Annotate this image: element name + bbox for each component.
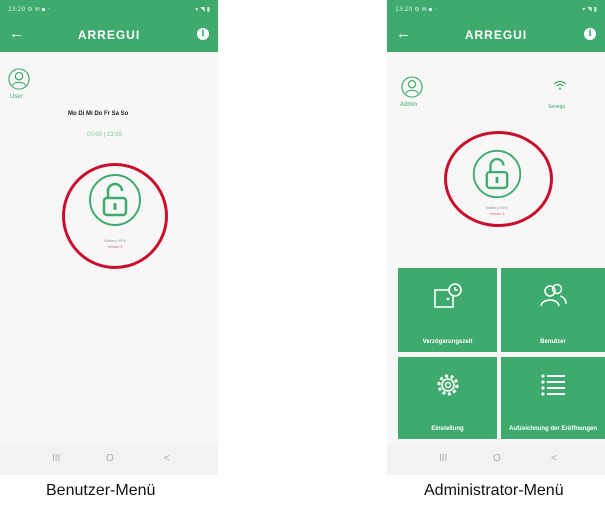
- tile-label: Aufzeichnung der Eröffnungen: [509, 426, 597, 432]
- status-bar: 13:20 ⚙ ✉ ▪ · ▾ ◥ ▮: [0, 0, 218, 18]
- home-button[interactable]: O: [493, 453, 501, 464]
- avatar-label: User: [10, 94, 23, 100]
- status-time: 13:20 ⚙ ✉ ▪ ·: [8, 6, 50, 13]
- tile-label: Einstellung: [431, 426, 464, 432]
- status-icons: ▾ ◥ ▮: [195, 6, 210, 13]
- app-title: ARREGUI: [464, 28, 528, 42]
- settings-tile[interactable]: Einstellung: [398, 357, 497, 439]
- schedule-days: Mo Di Mi Do Fr Sa So: [68, 111, 129, 117]
- back-button[interactable]: <: [164, 453, 170, 464]
- home-button[interactable]: O: [106, 453, 114, 464]
- tile-label: Benutzer: [540, 339, 566, 345]
- system-nav-bar: III O <: [387, 445, 605, 475]
- users-icon: [540, 283, 567, 307]
- back-button[interactable]: <: [551, 453, 557, 464]
- schedule-hours: 00:00 | 23:59: [87, 132, 122, 138]
- user-avatar-icon[interactable]: [8, 68, 30, 90]
- app-title: ARREGUI: [77, 28, 141, 42]
- highlight-circle: [444, 131, 553, 227]
- users-tile[interactable]: Benutzer: [501, 268, 605, 352]
- info-icon[interactable]: i: [197, 28, 209, 40]
- avatar-label: Admin: [400, 102, 418, 108]
- delay-time-tile[interactable]: Verzögerungszeit: [398, 268, 497, 352]
- wifi-icon: [553, 80, 567, 90]
- info-icon[interactable]: i: [584, 28, 596, 40]
- app-bar: ← ARREGUI i: [387, 18, 605, 52]
- status-time: 13:20 ⚙ ✉ ▪ ·: [395, 6, 437, 13]
- recent-apps-button[interactable]: III: [439, 453, 447, 464]
- highlight-circle: [62, 163, 168, 269]
- recent-apps-button[interactable]: III: [52, 453, 60, 464]
- list-icon: [541, 374, 565, 396]
- caption-admin-menu: Administrator-Menü: [424, 482, 564, 499]
- admin-menu-screen: 13:20 ⚙ ✉ ▪ · ▾ ◥ ▮ ← ARREGUI i Admin Se…: [387, 0, 605, 475]
- system-nav-bar: III O <: [0, 445, 218, 475]
- gear-icon: [437, 374, 458, 396]
- status-bar: 13:20 ⚙ ✉ ▪ · ▾ ◥ ▮: [387, 0, 605, 18]
- app-bar: ← ARREGUI i: [0, 18, 218, 52]
- opening-log-tile[interactable]: Aufzeichnung der Eröffnungen: [501, 357, 605, 439]
- door-timer-icon: [433, 283, 462, 308]
- status-icons: ▾ ◥ ▮: [582, 6, 597, 13]
- wifi-label: Senegu: [548, 104, 566, 110]
- tile-label: Verzögerungszeit: [422, 339, 473, 345]
- admin-avatar-icon[interactable]: [401, 76, 423, 98]
- caption-user-menu: Benutzer-Menü: [46, 482, 156, 499]
